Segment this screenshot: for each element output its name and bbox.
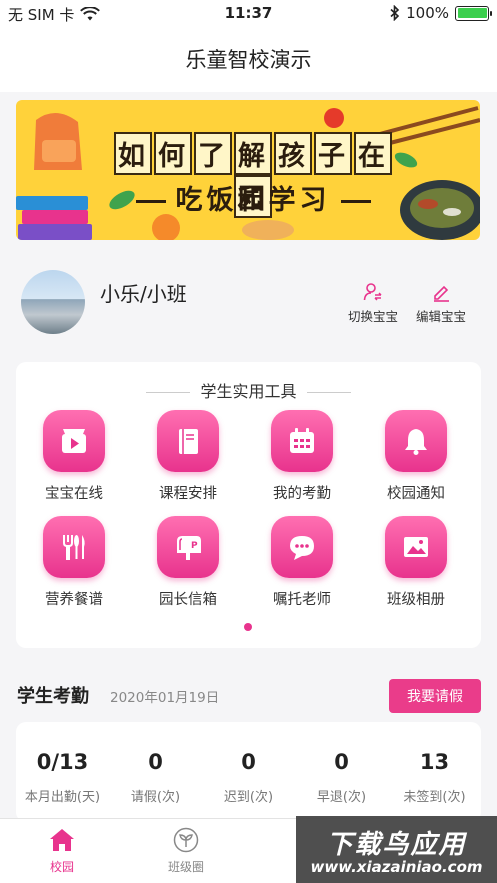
- tool-my-attendance[interactable]: 我的考勤: [252, 410, 352, 503]
- stat-label: 早退(次): [316, 790, 367, 805]
- tool-label: 我的考勤: [273, 486, 331, 502]
- tab-class-circle[interactable]: 班级圈: [136, 827, 236, 875]
- battery-icon: [455, 5, 492, 21]
- tab-label: 班级圈: [167, 860, 204, 874]
- tool-icon-box: [271, 410, 333, 472]
- tool-icon-box: [271, 516, 333, 578]
- tool-campus-notice[interactable]: 校园通知: [366, 410, 466, 503]
- banner-char: 孩: [274, 132, 312, 175]
- avatar[interactable]: [21, 270, 85, 334]
- mailbox-icon: P: [177, 536, 201, 560]
- calendar-icon: [290, 428, 314, 453]
- watermark-title: 下载鸟应用: [326, 830, 467, 860]
- photo-icon: [404, 537, 428, 557]
- battery-percent: 100%: [406, 4, 449, 22]
- attendance-title: 学生考勤: [17, 686, 89, 707]
- banner-char: 在: [354, 132, 392, 175]
- tool-label: 嘱托老师: [273, 592, 331, 608]
- stat-value: 0: [334, 750, 349, 774]
- attendance-card: 0/13 本月出勤(天) 0 请假(次) 0 迟到(次) 0 早退(次) 13 …: [16, 722, 481, 822]
- edit-icon: [434, 285, 449, 302]
- tool-label: 宝宝在线: [45, 486, 103, 502]
- banner-char: 解: [234, 132, 272, 175]
- child-profile: 小乐/小班 切换宝宝 编辑宝宝: [0, 248, 497, 348]
- tool-icon-box: [43, 410, 105, 472]
- stat-value: 0/13: [36, 750, 89, 774]
- tool-icon-box: [385, 516, 447, 578]
- cutlery-icon: [63, 535, 85, 560]
- edit-child-button[interactable]: 编辑宝宝: [416, 282, 466, 325]
- chat-icon: [290, 536, 314, 560]
- banner-text: 如何了解孩子在园 吃饭和学习: [108, 122, 398, 218]
- banner-char: 了: [194, 132, 232, 175]
- tool-label: 课程安排: [159, 486, 217, 502]
- banner-char: 如: [114, 132, 152, 175]
- stat-value: 13: [419, 750, 450, 774]
- tool-course-schedule[interactable]: 课程安排: [138, 410, 238, 503]
- switch-user-icon: [363, 283, 382, 301]
- tool-class-album[interactable]: 班级相册: [366, 516, 466, 609]
- sprout-icon: [173, 827, 199, 853]
- video-icon: [62, 429, 86, 453]
- tool-icon-box: P: [157, 516, 219, 578]
- status-bar: 无 SIM 卡 11:37 100%: [0, 0, 497, 28]
- tool-message-teacher[interactable]: 嘱托老师: [252, 516, 352, 609]
- stat-monthly-attendance: 0/13 本月出勤(天): [16, 750, 109, 805]
- nav-bar: 乐童智校演示: [0, 28, 497, 92]
- tools-card: 学生实用工具 宝宝在线 课程安排 我的考勤 校园通知 营养餐谱 P 园长信箱 嘱…: [16, 362, 481, 648]
- bluetooth-icon: [390, 5, 400, 21]
- stat-label: 未签到(次): [403, 790, 466, 805]
- stat-label: 本月出勤(天): [24, 790, 101, 805]
- banner-char: 子: [314, 132, 352, 175]
- book-icon: [179, 429, 198, 454]
- watermark-url: www.xiazainiao.com: [310, 858, 483, 876]
- tab-label: 校园: [49, 860, 74, 874]
- stat-not-signed: 13 未签到(次): [388, 750, 481, 805]
- tool-principal-mailbox[interactable]: P 园长信箱: [138, 516, 238, 609]
- tool-icon-box: [43, 516, 105, 578]
- tool-label: 园长信箱: [159, 592, 217, 608]
- switch-child-label: 切换宝宝: [348, 309, 399, 324]
- tool-nutrition-menu[interactable]: 营养餐谱: [24, 516, 124, 609]
- tab-campus[interactable]: 校园: [12, 827, 112, 875]
- status-right: 100%: [390, 4, 492, 22]
- attendance-date: 2020年01月19日: [110, 690, 220, 706]
- tool-label: 营养餐谱: [45, 592, 103, 608]
- stat-label: 迟到(次): [223, 790, 274, 805]
- page-title: 乐童智校演示: [185, 48, 312, 72]
- banner-char: 何: [154, 132, 192, 175]
- page-indicator-dot[interactable]: [244, 623, 252, 631]
- stat-early-leave: 0 早退(次): [295, 750, 388, 805]
- site-watermark: 下载鸟应用 www.xiazainiao.com: [296, 816, 497, 883]
- svg-text:P: P: [191, 541, 198, 551]
- tool-icon-box: [385, 410, 447, 472]
- tool-label: 班级相册: [387, 592, 445, 608]
- tool-label: 校园通知: [387, 486, 445, 502]
- tool-baby-online[interactable]: 宝宝在线: [24, 410, 124, 503]
- banner-line2: 吃饭和学习: [108, 178, 398, 217]
- stat-value: 0: [148, 750, 163, 774]
- stat-late: 0 迟到(次): [202, 750, 295, 805]
- switch-child-button[interactable]: 切换宝宝: [348, 282, 398, 325]
- child-name: 小乐/小班: [100, 282, 187, 306]
- stat-leave: 0 请假(次): [109, 750, 202, 805]
- tools-heading: 学生实用工具: [16, 378, 481, 402]
- stat-label: 请假(次): [130, 790, 181, 805]
- edit-child-label: 编辑宝宝: [416, 309, 467, 324]
- tool-icon-box: [157, 410, 219, 472]
- request-leave-button[interactable]: 我要请假: [389, 679, 481, 713]
- promo-banner[interactable]: 如何了解孩子在园 吃饭和学习: [16, 100, 480, 240]
- bell-icon: [405, 429, 427, 455]
- stat-value: 0: [241, 750, 256, 774]
- home-icon: [50, 829, 74, 851]
